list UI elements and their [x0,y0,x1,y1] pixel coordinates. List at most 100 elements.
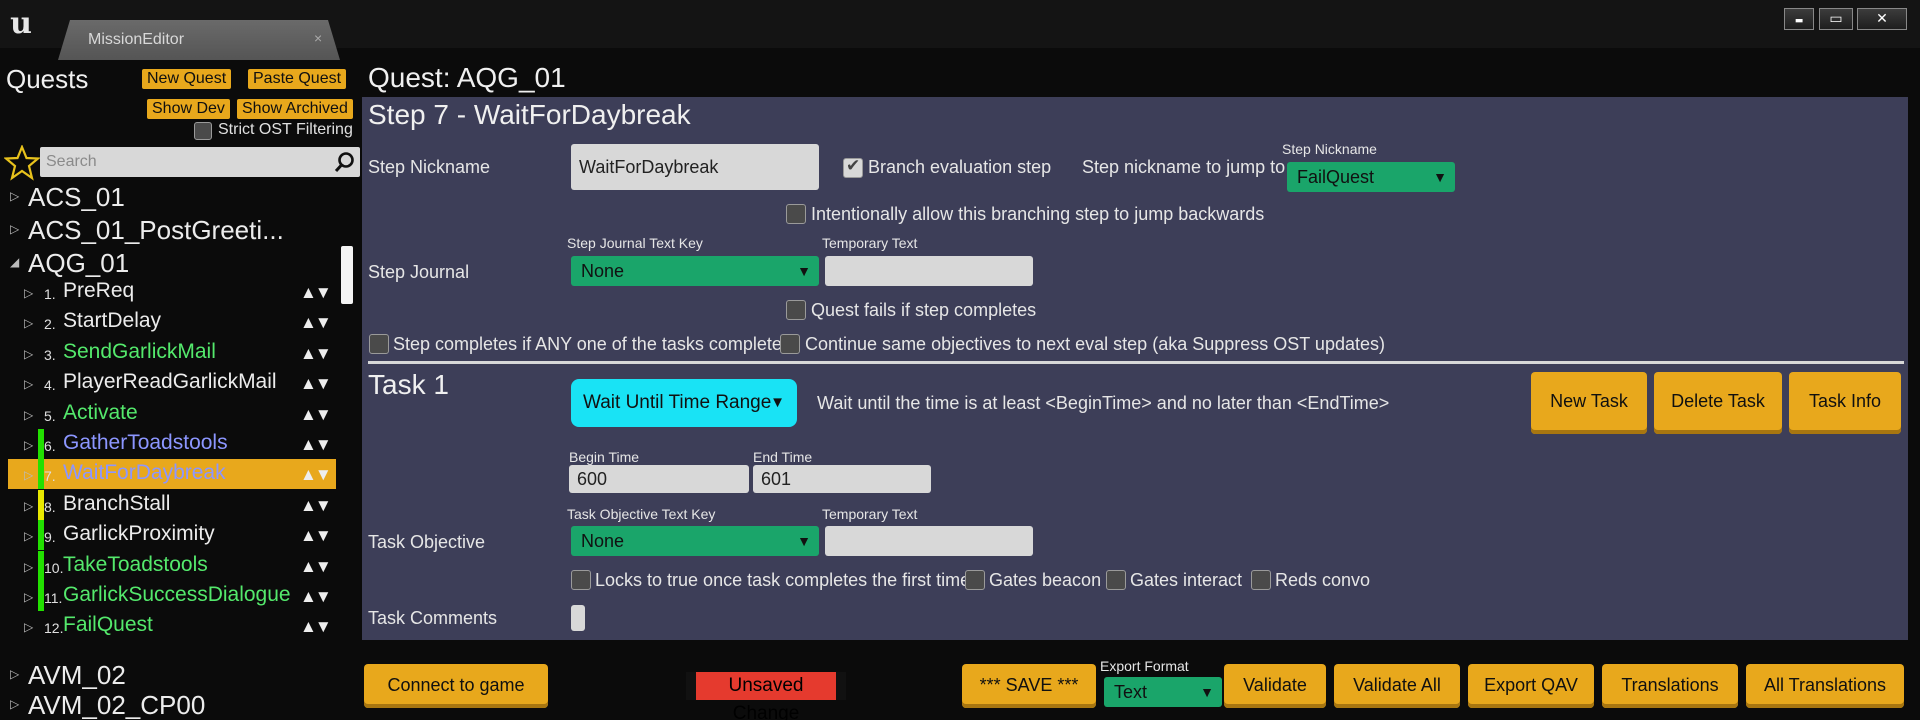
objective-temp-text-input[interactable] [825,526,1033,556]
continue-objectives-checkbox[interactable] [780,334,800,354]
step-item[interactable]: ▷ 2. StartDelay ▲▼ [8,307,336,337]
search-icon[interactable] [334,151,356,173]
allow-backwards-checkbox[interactable] [786,204,806,224]
step-item[interactable]: ▷ 3. SendGarlickMail ▲▼ [8,338,336,368]
step-item[interactable]: ▷ 8. BranchStall ▲▼ [8,489,336,520]
new-quest-button[interactable]: New Quest [142,69,232,89]
expand-arrow-icon[interactable]: ▷ [10,697,19,711]
maximize-button[interactable]: ▭ [1819,8,1853,30]
paste-quest-button[interactable]: Paste Quest [248,69,347,89]
expand-arrow-icon[interactable]: ▷ [24,590,33,604]
search-field[interactable] [40,147,360,177]
tree-item-quest[interactable]: ▷ ACS_01 [0,182,340,212]
move-up-down-icon[interactable]: ▲▼ [300,283,332,303]
expand-arrow-icon[interactable]: ▷ [24,468,33,482]
step-number: 12. [44,620,64,637]
delete-task-button[interactable]: Delete Task [1654,372,1782,434]
move-up-down-icon[interactable]: ▲▼ [300,587,332,607]
journal-key-value: None [581,261,625,281]
objective-key-dropdown[interactable]: None ▼ [571,526,819,556]
tree-item-label: ACS_01 [28,182,125,212]
expand-arrow-icon[interactable]: ▷ [24,529,33,543]
collapse-arrow-icon[interactable]: ◢ [10,255,19,269]
new-task-button[interactable]: New Task [1531,372,1647,434]
branch-evaluation-checkbox[interactable] [843,156,863,178]
validate-button[interactable]: Validate [1224,664,1326,708]
step-item[interactable]: ▷ 6. GatherToadstools ▲▼ [8,429,336,459]
task-type-dropdown[interactable]: Wait Until Time Range ▼ [571,379,797,427]
close-window-button[interactable]: ✕ [1857,8,1907,30]
tree-item-quest[interactable]: ▷ ACS_01_PostGreeti... [0,215,340,245]
move-up-down-icon[interactable]: ▲▼ [300,435,332,455]
strict-ost-filtering-checkbox[interactable] [194,122,212,140]
step-item[interactable]: ▷ 1. PreReq ▲▼ [8,277,336,307]
reds-convo-checkbox[interactable] [1251,570,1271,590]
step-number: 10. [44,559,64,576]
step-nickname-input[interactable]: WaitForDaybreak [571,144,819,190]
move-up-down-icon[interactable]: ▲▼ [300,557,332,577]
tab-mission-editor[interactable]: MissionEditor × [58,20,340,60]
expand-arrow-icon[interactable]: ▷ [24,286,33,300]
show-archived-button[interactable]: Show Archived [237,99,353,119]
jump-to-dropdown[interactable]: FailQuest ▼ [1287,162,1455,192]
step-item[interactable]: ▷ 10. TakeToadstools ▲▼ [8,550,336,581]
export-qav-button[interactable]: Export QAV [1468,664,1594,708]
search-input[interactable] [46,152,326,172]
unreal-logo-icon: u [10,6,32,41]
all-translations-button[interactable]: All Translations [1746,664,1904,708]
show-dev-button[interactable]: Show Dev [147,99,230,119]
move-up-down-icon[interactable]: ▲▼ [300,465,332,485]
tree-item-quest[interactable]: ▷ AVM_02 [0,660,340,690]
step-nickname-label: Step Nickname [368,157,491,177]
minimize-button[interactable]: ▬ [1784,8,1814,30]
step-item[interactable]: ▷ 7. WaitForDaybreak ▲▼ [8,459,336,490]
tree-item-quest-expanded[interactable]: ◢ AQG_01 [0,248,340,278]
step-name: TakeToadstools [63,552,208,576]
locks-true-checkbox[interactable] [571,570,591,590]
expand-arrow-icon[interactable]: ▷ [10,222,19,236]
move-up-down-icon[interactable]: ▲▼ [300,496,332,516]
expand-arrow-icon[interactable]: ▷ [10,189,19,203]
validate-all-button[interactable]: Validate All [1334,664,1460,708]
tab-close-icon[interactable]: × [314,30,322,46]
task-info-button[interactable]: Task Info [1789,372,1901,434]
begin-time-input[interactable]: 600 [569,465,749,493]
expand-arrow-icon[interactable]: ▷ [24,499,33,513]
move-up-down-icon[interactable]: ▲▼ [300,617,332,637]
step-item[interactable]: ▷ 4. PlayerReadGarlickMail ▲▼ [8,368,336,398]
expand-arrow-icon[interactable]: ▷ [10,667,19,681]
connect-to-game-button[interactable]: Connect to game [364,664,548,708]
export-format-dropdown[interactable]: Text ▼ [1104,677,1222,707]
favorites-star-icon[interactable] [4,145,40,181]
end-time-input[interactable]: 601 [753,465,931,493]
expand-arrow-icon[interactable]: ▷ [24,408,33,422]
move-up-down-icon[interactable]: ▲▼ [300,526,332,546]
step-item[interactable]: ▷ 9. GarlickProximity ▲▼ [8,520,336,551]
step-item[interactable]: ▷ 12. FailQuest ▲▼ [8,611,336,641]
expand-arrow-icon[interactable]: ▷ [24,620,33,634]
quest-list-scrollbar[interactable] [341,246,353,304]
translations-button[interactable]: Translations [1602,664,1738,708]
tree-item-label: AVM_02_CP00 [28,690,206,720]
step-name: BranchStall [63,491,171,515]
expand-arrow-icon[interactable]: ▷ [24,347,33,361]
journal-key-dropdown[interactable]: None ▼ [571,256,819,286]
move-up-down-icon[interactable]: ▲▼ [300,344,332,364]
gates-interact-checkbox[interactable] [1106,570,1126,590]
move-up-down-icon[interactable]: ▲▼ [300,374,332,394]
task-comments-input[interactable] [571,605,585,631]
expand-arrow-icon[interactable]: ▷ [24,438,33,452]
quest-fails-checkbox[interactable] [786,300,806,320]
expand-arrow-icon[interactable]: ▷ [24,377,33,391]
expand-arrow-icon[interactable]: ▷ [24,316,33,330]
move-up-down-icon[interactable]: ▲▼ [300,313,332,333]
step-item[interactable]: ▷ 5. Activate ▲▼ [8,399,336,429]
move-up-down-icon[interactable]: ▲▼ [300,405,332,425]
save-button[interactable]: *** SAVE *** [962,664,1096,708]
tree-item-quest[interactable]: ▷ AVM_02_CP00 [0,690,340,720]
journal-temp-text-input[interactable] [825,256,1033,286]
any-task-completes-checkbox[interactable] [369,334,389,354]
step-item[interactable]: ▷ 11. GarlickSuccessDialogue ▲▼ [8,581,336,611]
expand-arrow-icon[interactable]: ▷ [24,560,33,574]
gates-beacon-checkbox[interactable] [965,570,985,590]
